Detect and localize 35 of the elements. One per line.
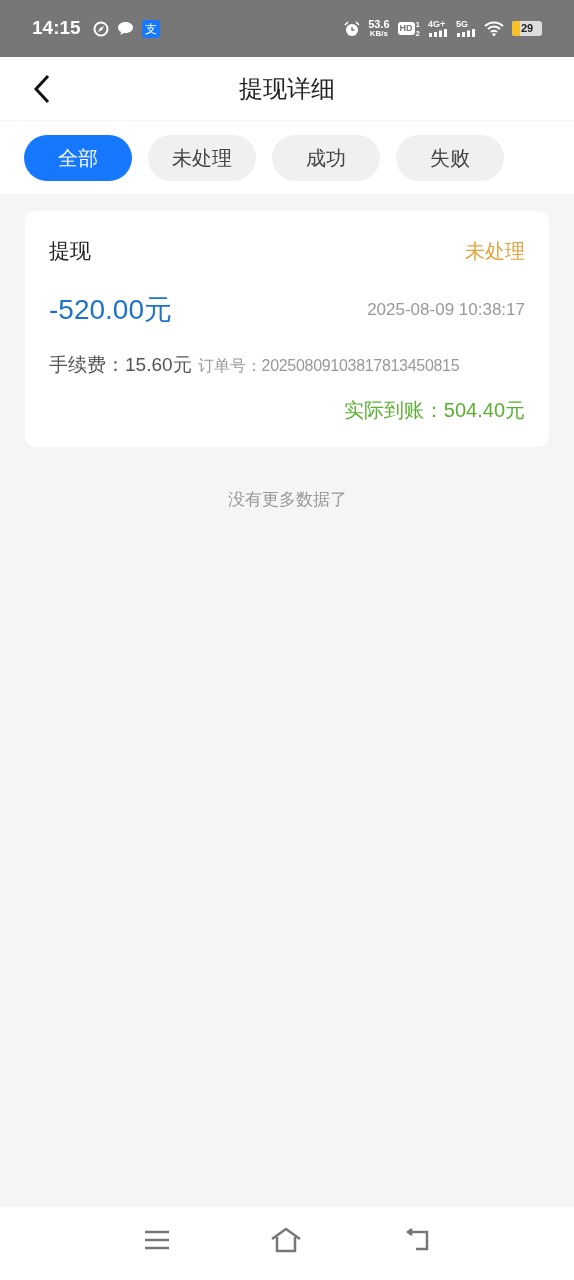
battery-fill xyxy=(512,21,520,36)
received-amount: 实际到账：504.40元 xyxy=(343,398,525,423)
network-type: 4G+ xyxy=(428,20,447,29)
signal-icon xyxy=(428,29,448,37)
hd-badge: HD xyxy=(397,21,415,36)
app-badge: 支 xyxy=(141,19,160,38)
no-more-data: 没有更多数据了 xyxy=(227,489,347,511)
back-icon xyxy=(34,73,50,104)
signal-icon xyxy=(456,29,476,37)
fee-label: 手续费： xyxy=(49,352,125,377)
home-icon[interactable] xyxy=(270,1226,302,1253)
order-label: 订单号： xyxy=(197,355,262,376)
record-status: 未处理 xyxy=(465,238,525,264)
filter-tab[interactable]: 全部 xyxy=(24,134,132,181)
net-speed: 53.6 xyxy=(368,18,390,29)
filter-tab[interactable]: 失败 xyxy=(396,134,504,181)
menu-icon[interactable] xyxy=(144,1228,170,1251)
status-time: 14:15 xyxy=(32,16,81,41)
order-number: 20250809103817813450815 xyxy=(261,355,460,376)
fee-value: 15.60元 xyxy=(125,352,192,377)
sim-number: 1 xyxy=(415,19,420,29)
record-time: 2025-08-09 10:38:17 xyxy=(367,298,525,321)
record-type: 提现 xyxy=(49,238,91,264)
compass-icon xyxy=(92,20,109,37)
alarm-clock-icon xyxy=(344,20,361,37)
network-type: 5G xyxy=(456,20,469,29)
chat-bubble-icon xyxy=(116,21,134,36)
filter-tab[interactable]: 未处理 xyxy=(148,134,256,181)
page-title: 提现详细 xyxy=(239,73,335,104)
record-amount: -520.00元 xyxy=(49,292,172,327)
battery-level: 29 xyxy=(521,21,534,36)
wifi-icon xyxy=(484,21,504,36)
net-speed-unit: KB/s xyxy=(369,28,388,39)
sim-number: 2 xyxy=(415,28,420,38)
filter-tab[interactable]: 成功 xyxy=(272,134,380,181)
